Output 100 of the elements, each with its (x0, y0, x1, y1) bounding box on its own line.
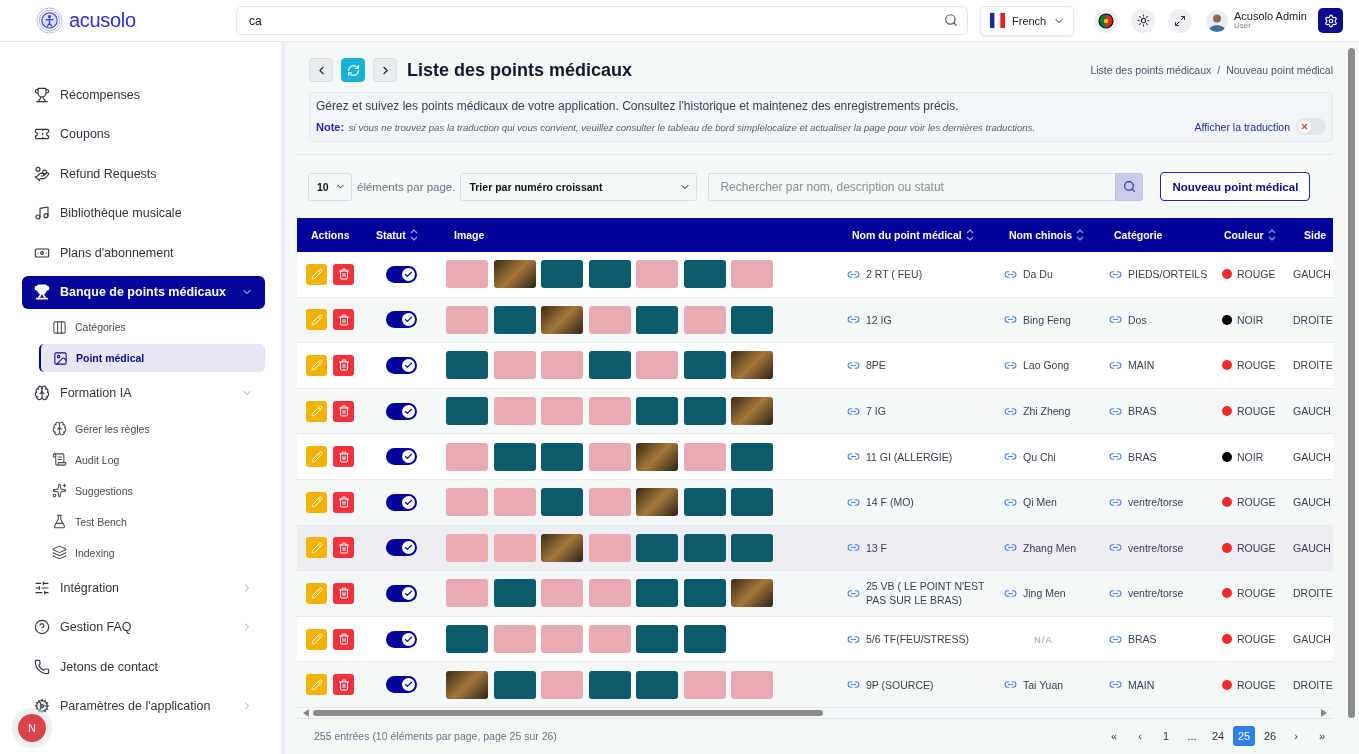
translation-toggle[interactable] (1296, 118, 1326, 135)
sidebar-subitem[interactable]: Test Bench (39, 506, 265, 537)
photo-placeholder[interactable] (636, 397, 678, 426)
sidebar-subitem[interactable]: Indexing (39, 537, 265, 568)
delete-button[interactable] (333, 263, 354, 285)
photo-placeholder[interactable] (541, 260, 583, 289)
photo-placeholder[interactable] (731, 442, 773, 471)
photo-placeholder[interactable] (541, 305, 583, 334)
delete-button[interactable] (333, 491, 354, 513)
new-point-button[interactable]: Nouveau point médical (1160, 172, 1311, 201)
photo-placeholder[interactable] (636, 442, 678, 471)
photo-placeholder[interactable] (731, 579, 773, 608)
delete-button[interactable] (333, 674, 354, 696)
photo-placeholder[interactable] (588, 260, 631, 289)
table-search-field[interactable]: Rechercher par nom, description ou statut (708, 172, 1116, 201)
status-toggle[interactable] (386, 311, 417, 329)
user-avatar[interactable]: N (18, 714, 46, 742)
photo-placeholder[interactable] (683, 579, 726, 608)
status-toggle[interactable] (386, 630, 417, 648)
search-button[interactable] (1115, 172, 1144, 201)
photo-placeholder[interactable] (493, 260, 536, 289)
edit-button[interactable] (306, 446, 327, 468)
sidebar-item[interactable]: Récompenses (22, 75, 265, 115)
photo-placeholder[interactable] (446, 397, 488, 426)
breadcrumb-link[interactable]: Nouveau point médical (1226, 64, 1333, 76)
photo-placeholder[interactable] (683, 625, 726, 654)
scroll-right-icon[interactable] (1321, 708, 1327, 717)
photo-placeholder[interactable] (541, 488, 583, 517)
photo-placeholder[interactable] (493, 305, 536, 334)
sidebar-item[interactable]: Plans d'abonnement (22, 233, 265, 273)
photo-placeholder[interactable] (636, 579, 678, 608)
photo-placeholder[interactable] (541, 533, 583, 562)
pagination-button[interactable]: 24 (1207, 726, 1229, 747)
photo-placeholder[interactable] (446, 670, 488, 699)
table-row[interactable]: 8PE Lao Gong MAIN ROUGE DROITE (297, 343, 1333, 389)
table-row[interactable]: 5/6 TF(FEU/STRESS) N/A BRAS ROUGE GAUCH (297, 616, 1333, 663)
flag-button[interactable] (1094, 8, 1118, 33)
photo-placeholder[interactable] (588, 351, 631, 380)
delete-button[interactable] (333, 309, 354, 331)
edit-button[interactable] (306, 582, 327, 604)
theme-toggle-button[interactable] (1131, 8, 1155, 33)
sidebar-item[interactable]: Formation IA (22, 373, 265, 413)
sidebar-item[interactable]: Bibliothèque musicale (22, 193, 265, 233)
photo-placeholder[interactable] (636, 533, 678, 562)
status-toggle[interactable] (386, 493, 417, 511)
sidebar-subitem[interactable]: Audit Log (39, 444, 265, 475)
photo-placeholder[interactable] (683, 397, 726, 426)
photo-placeholder[interactable] (636, 305, 678, 334)
sidebar-item[interactable]: Banque de points médicaux (22, 275, 265, 309)
sidebar-subitem[interactable]: Gérer les règles (39, 413, 265, 444)
sort-icon[interactable] (409, 229, 418, 241)
table-row[interactable]: 13 F Zhang Men ventre/torse ROUGE GAUCH (297, 525, 1333, 572)
scrollbar[interactable] (1348, 48, 1355, 718)
sidebar-item[interactable]: Coupons (22, 114, 265, 154)
search-icon[interactable] (944, 13, 958, 27)
pagination-button[interactable]: 26 (1259, 726, 1281, 747)
breadcrumb-link[interactable]: Liste des points médicaux (1090, 64, 1212, 76)
photo-placeholder[interactable] (636, 670, 678, 699)
status-toggle[interactable] (386, 402, 417, 420)
search-field[interactable]: ca (236, 6, 968, 35)
edit-button[interactable] (306, 355, 327, 376)
photo-placeholder[interactable] (731, 488, 773, 517)
sort-icon[interactable] (1267, 229, 1276, 241)
delete-button[interactable] (333, 355, 354, 376)
edit-button[interactable] (306, 674, 327, 696)
photo-placeholder[interactable] (683, 260, 726, 289)
scroll-left-icon[interactable] (303, 708, 309, 717)
edit-button[interactable] (306, 309, 327, 331)
sidebar-item[interactable]: Intégration (22, 568, 265, 608)
sort-icon[interactable] (1076, 229, 1084, 241)
photo-placeholder[interactable] (636, 625, 678, 654)
pagination-button[interactable]: « (1103, 726, 1125, 747)
photo-placeholder[interactable] (636, 488, 678, 517)
photo-placeholder[interactable] (446, 351, 488, 380)
photo-placeholder[interactable] (683, 488, 726, 517)
pagination-button[interactable]: » (1311, 726, 1333, 747)
photo-placeholder[interactable] (731, 397, 773, 426)
pagination-button[interactable]: ... (1181, 726, 1203, 747)
sidebar-subitem[interactable]: Point médical (39, 344, 265, 372)
photo-placeholder[interactable] (731, 533, 773, 562)
status-toggle[interactable] (386, 539, 417, 557)
delete-button[interactable] (333, 537, 354, 559)
table-row[interactable]: 11 GI (ALLERGIE) Qu Chi BRAS NOIR GAUCH (297, 434, 1333, 480)
edit-button[interactable] (306, 491, 327, 513)
photo-placeholder[interactable] (588, 670, 631, 699)
photo-placeholder[interactable] (731, 305, 773, 334)
fullscreen-button[interactable] (1168, 8, 1192, 33)
horizontal-scrollbar[interactable] (313, 709, 823, 716)
edit-button[interactable] (306, 628, 327, 650)
back-button[interactable] (309, 58, 333, 82)
column-header[interactable]: Nom du point médical (838, 229, 995, 241)
status-toggle[interactable] (386, 357, 417, 374)
settings-button[interactable] (1318, 8, 1343, 33)
pagination-button[interactable]: 1 (1155, 726, 1177, 747)
photo-placeholder[interactable] (541, 442, 583, 471)
sort-select[interactable]: Trier par numéro croissant (460, 172, 698, 201)
sidebar-item[interactable]: Jetons de contact (22, 647, 265, 687)
photo-placeholder[interactable] (493, 670, 536, 699)
refresh-button[interactable] (341, 58, 365, 82)
sort-icon[interactable] (965, 229, 974, 241)
